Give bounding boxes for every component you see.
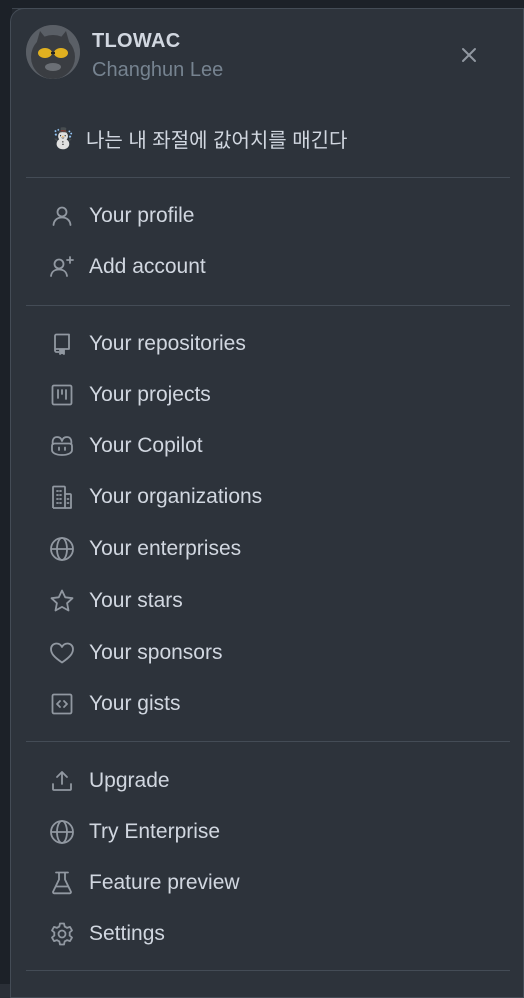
menu-item-label: Upgrade [89, 769, 170, 792]
menu-item-your-sponsors[interactable]: Your sponsors [26, 631, 510, 675]
avatar-image [26, 25, 80, 79]
menu-item-label: Settings [89, 922, 165, 945]
menu-item-label: Your enterprises [89, 537, 242, 560]
heart-icon [48, 639, 76, 667]
person-icon [48, 202, 76, 230]
code-square-icon [48, 690, 76, 718]
status-text: 나는 내 좌절에 값어치를 매긴다 [86, 129, 348, 152]
person-add-icon [48, 253, 76, 281]
repo-icon [48, 330, 76, 358]
user-menu-header: TLOWAC Changhun Lee [26, 25, 496, 91]
menu-item-try-enterprise[interactable]: Try Enterprise [26, 810, 510, 854]
divider [26, 741, 510, 742]
menu-item-label: Your gists [89, 692, 181, 715]
user-status[interactable]: ☃️ 나는 내 좌절에 값어치를 매긴다 [50, 124, 348, 152]
divider [26, 970, 510, 971]
menu-item-your-repositories[interactable]: Your repositories [26, 322, 510, 366]
menu-item-your-stars[interactable]: Your stars [26, 579, 510, 623]
menu-item-your-copilot[interactable]: Your Copilot [26, 424, 510, 468]
globe-icon [48, 535, 76, 563]
beaker-icon [48, 869, 76, 897]
gear-icon [48, 920, 76, 948]
organization-icon [48, 483, 76, 511]
globe-icon [48, 818, 76, 846]
username: TLOWAC [92, 30, 181, 52]
menu-item-label: Your profile [89, 204, 195, 227]
star-icon [48, 587, 76, 615]
menu-item-your-gists[interactable]: Your gists [26, 682, 510, 726]
menu-item-label: Your organizations [89, 485, 263, 508]
status-emoji: ☃️ [50, 127, 76, 150]
menu-item-label: Try Enterprise [89, 820, 221, 843]
divider [26, 177, 510, 178]
avatar[interactable] [26, 25, 80, 79]
menu-item-your-profile[interactable]: Your profile [26, 194, 510, 238]
menu-item-label: Your stars [89, 589, 183, 612]
menu-item-label: Add account [89, 255, 206, 278]
divider [26, 305, 510, 306]
menu-item-your-enterprises[interactable]: Your enterprises [26, 527, 510, 571]
menu-item-feature-preview[interactable]: Feature preview [26, 861, 510, 905]
menu-item-label: Your sponsors [89, 641, 223, 664]
close-button[interactable] [456, 42, 482, 68]
menu-item-add-account[interactable]: Add account [26, 245, 510, 289]
close-icon [462, 48, 476, 62]
menu-item-settings[interactable]: Settings [26, 912, 510, 956]
copilot-icon [48, 432, 76, 460]
menu-item-label: Your projects [89, 383, 211, 406]
menu-item-label: Your repositories [89, 332, 246, 355]
menu-item-upgrade[interactable]: Upgrade [26, 759, 510, 803]
upload-icon [48, 767, 76, 795]
menu-item-label: Your Copilot [89, 434, 203, 457]
menu-item-label: Feature preview [89, 871, 240, 894]
menu-item-your-organizations[interactable]: Your organizations [26, 475, 510, 519]
project-icon [48, 381, 76, 409]
menu-item-your-projects[interactable]: Your projects [26, 373, 510, 417]
full-name: Changhun Lee [92, 59, 224, 81]
